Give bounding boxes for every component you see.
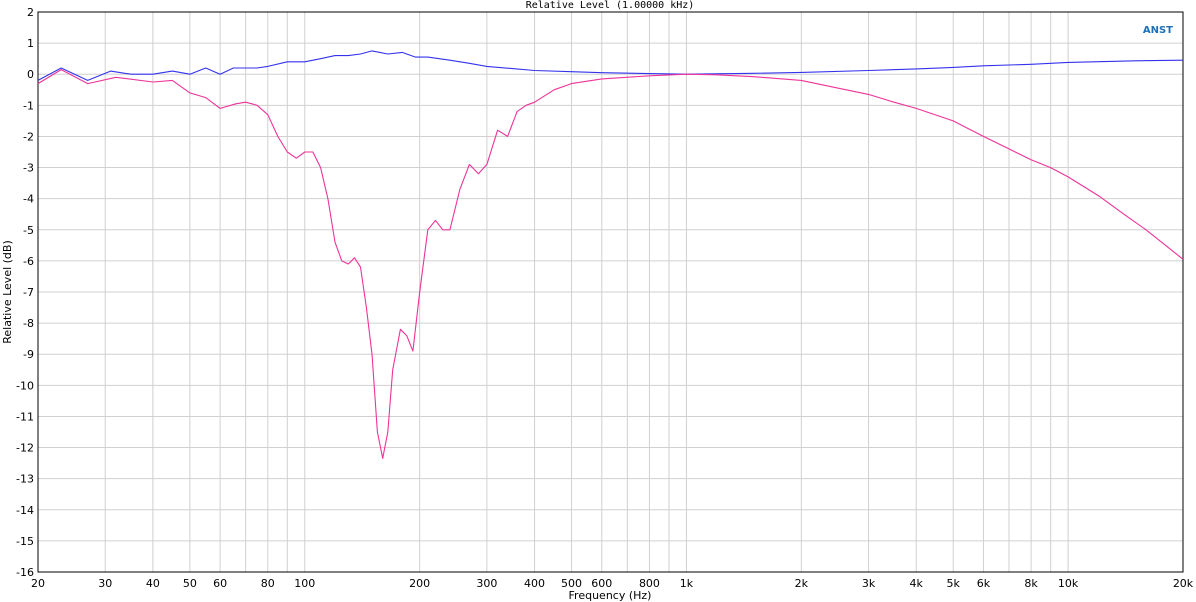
y-axis-title: Relative Level (dB) <box>1 240 14 344</box>
series-line-1 <box>37 50 1184 81</box>
y-tick-label: -14 <box>16 504 34 517</box>
series-line-2 <box>37 69 1184 459</box>
x-tick-label: 2k <box>795 577 809 590</box>
y-tick-label: -15 <box>16 535 34 548</box>
x-tick-label: 100 <box>294 577 315 590</box>
y-tick-label: -9 <box>23 348 34 361</box>
y-tick-label: 1 <box>27 37 34 50</box>
x-tick-label: 50 <box>183 577 197 590</box>
y-tick-label: -4 <box>23 193 34 206</box>
x-tick-label: 5k <box>947 577 961 590</box>
x-tick-label: 4k <box>910 577 924 590</box>
x-tick-label: 400 <box>524 577 545 590</box>
y-tick-label: -16 <box>16 566 34 579</box>
y-tick-label: 0 <box>27 68 34 81</box>
x-tick-label: 300 <box>476 577 497 590</box>
x-tick-label: 200 <box>409 577 430 590</box>
x-tick-label: 8k <box>1024 577 1038 590</box>
y-tick-label: -10 <box>16 379 34 392</box>
y-tick-label: -12 <box>16 442 34 455</box>
x-tick-label: 10k <box>1058 577 1079 590</box>
x-tick-label: 6k <box>977 577 991 590</box>
chart-title: Relative Level (1.00000 kHz) <box>526 0 695 11</box>
y-tick-label: -6 <box>23 255 34 268</box>
y-tick-label: -1 <box>23 99 34 112</box>
series-lines <box>37 50 1184 459</box>
y-tick-label: -13 <box>16 473 34 486</box>
x-tick-label: 30 <box>98 577 112 590</box>
y-tick-label: -5 <box>23 224 34 237</box>
x-axis-title: Frequency (Hz) <box>569 589 652 602</box>
x-tick-label: 20k <box>1173 577 1194 590</box>
frequency-response-chart: 20 30 40 50 60 80 100 200 300 400 500 600 800 1k 2k 3k 4… <box>1 0 1194 602</box>
y-tick-label: -7 <box>23 286 34 299</box>
x-tick-label: 3k <box>862 577 876 590</box>
y-tick-label: -3 <box>23 162 34 175</box>
y-tick-label: -2 <box>23 130 34 143</box>
y-tick-label: 2 <box>27 6 34 19</box>
brand-label: ANST <box>1143 25 1173 36</box>
x-tick-label: 60 <box>213 577 227 590</box>
x-tick-label: 80 <box>261 577 275 590</box>
y-tick-label: -11 <box>16 410 34 423</box>
y-tick-labels: 2 1 0 -1 -2 -3 -4 -5 -6 -7 -8 -9 -10 -11 -12 -13 -14 -15 -… <box>16 6 34 579</box>
x-tick-label: 1k <box>680 577 694 590</box>
x-tick-label: 40 <box>146 577 160 590</box>
y-tick-label: -8 <box>23 317 34 330</box>
grid-lines <box>37 11 1184 573</box>
